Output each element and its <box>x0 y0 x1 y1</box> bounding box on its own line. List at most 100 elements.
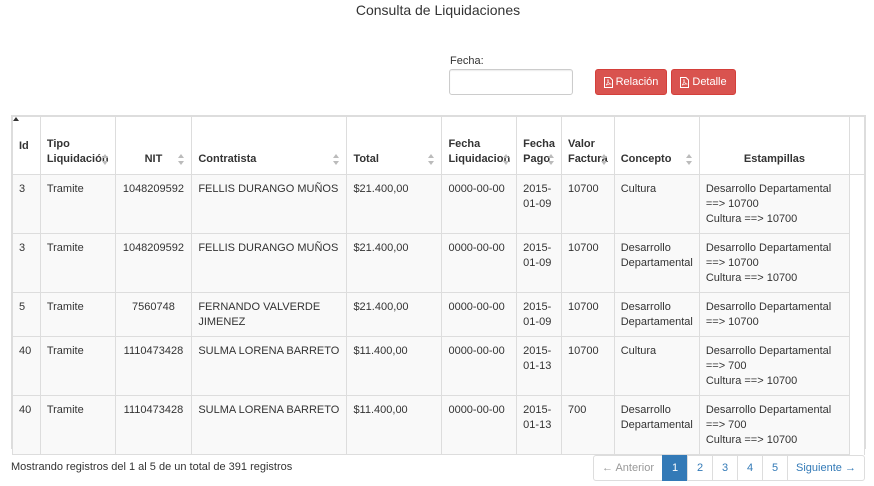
table-header-row: Id Tipo Liquidación NIT Contratista Tota… <box>12 116 865 175</box>
file-pdf-icon <box>680 76 690 88</box>
cell-total: $21.400,00 <box>346 292 443 337</box>
cell-nit: 1110473428 <box>114 395 193 455</box>
cell-valor-factura: 700 <box>560 395 615 455</box>
column-header-contratista[interactable]: Contratista <box>191 116 348 175</box>
sort-icon <box>685 154 693 165</box>
fecha-input[interactable] <box>449 69 573 95</box>
cell-contratista: FELLIS DURANGO MUÑOS <box>191 233 348 293</box>
cell-tipo: Tramite <box>39 292 116 337</box>
table-row: 40 Tramite 1110473428 SULMA LORENA BARRETO $… <box>12 395 865 455</box>
table-row: 5 Tramite 7560748 FERNANDO VALVERDE JIMENEZ… <box>12 292 865 337</box>
estampilla-line: Desarrollo Departamental ==> 10700 <box>705 242 832 269</box>
column-header-total[interactable]: Total <box>346 116 443 175</box>
column-header-filler <box>849 116 865 175</box>
cell-valor-factura: 10700 <box>560 292 615 337</box>
cell-fecha-liq: 0000-00-00 <box>441 336 518 396</box>
cell-fecha-pago: 2015-01-13 <box>516 336 562 396</box>
cell-tipo: Tramite <box>39 174 116 234</box>
cell-total: $11.400,00 <box>346 395 443 455</box>
pagination: ← Anterior 1 2 3 4 5 Siguiente → <box>593 455 865 481</box>
estampilla-line: Desarrollo Departamental ==> 700 <box>705 345 832 372</box>
estampilla-line: Desarrollo Departamental ==> 700 <box>705 404 832 431</box>
sort-icon <box>333 154 340 165</box>
estampilla-line: Cultura ==> 10700 <box>705 434 798 446</box>
file-pdf-icon <box>603 76 613 88</box>
detalle-button[interactable]: Detalle <box>671 69 736 95</box>
cell-contratista: FERNANDO VALVERDE JIMENEZ <box>191 292 348 337</box>
cell-id: 40 <box>12 336 41 396</box>
cell-filler <box>849 233 865 293</box>
cell-nit: 1110473428 <box>114 336 193 396</box>
cell-nit: 7560748 <box>114 292 193 337</box>
sort-icon <box>600 154 608 165</box>
cell-id: 40 <box>12 395 41 455</box>
estampilla-line: Desarrollo Departamental ==> 10700 <box>705 301 832 328</box>
cell-estampillas: Desarrollo Departamental ==> 10700 <box>698 292 851 337</box>
cell-filler <box>849 292 865 337</box>
cell-fecha-liq: 0000-00-00 <box>441 174 518 234</box>
detalle-button-label: Detalle <box>692 76 727 88</box>
cell-id: 5 <box>12 292 41 337</box>
cell-contratista: SULMA LORENA BARRETO <box>191 395 348 455</box>
cell-fecha-liq: 0000-00-00 <box>441 292 518 337</box>
column-header-tipo[interactable]: Tipo Liquidación <box>39 116 116 175</box>
cell-estampillas: Desarrollo Departamental ==> 10700 Cultur… <box>698 174 851 234</box>
cell-nit: 1048209592 <box>114 174 193 234</box>
pagination-page[interactable]: 3 <box>712 455 738 481</box>
fecha-label: Fecha: <box>450 55 484 67</box>
column-header-nit[interactable]: NIT <box>114 116 193 175</box>
cell-total: $21.400,00 <box>346 174 443 234</box>
cell-filler <box>849 174 865 234</box>
cell-fecha-pago: 2015-01-09 <box>516 233 562 293</box>
page-title: Consulta de Liquidaciones <box>355 2 521 18</box>
cell-fecha-pago: 2015-01-09 <box>516 174 562 234</box>
column-header-concepto[interactable]: Concepto <box>613 116 700 175</box>
pagination-page[interactable]: 4 <box>737 455 763 481</box>
estampilla-line: Cultura ==> 10700 <box>705 375 798 387</box>
cell-contratista: FELLIS DURANGO MUÑOS <box>191 174 348 234</box>
sort-icon <box>547 154 555 165</box>
estampilla-line: Cultura ==> 10700 <box>705 272 798 284</box>
column-header-fecha-liquidacion[interactable]: Fecha Liquidacion <box>441 116 518 175</box>
column-header-estampillas: Estampillas <box>698 116 851 175</box>
cell-valor-factura: 10700 <box>560 174 615 234</box>
cell-estampillas: Desarrollo Departamental ==> 700 Cultura … <box>698 395 851 455</box>
cell-nit: 1048209592 <box>114 233 193 293</box>
sort-asc-icon <box>21 156 28 167</box>
liquidaciones-table-container: Id Tipo Liquidación NIT Contratista Tota… <box>11 115 866 455</box>
cell-id: 3 <box>12 233 41 293</box>
liquidaciones-table: Id Tipo Liquidación NIT Contratista Tota… <box>12 116 865 455</box>
sort-icon <box>428 154 435 165</box>
cell-concepto: Cultura <box>613 336 700 396</box>
relacion-button[interactable]: Relación <box>595 69 667 95</box>
cell-concepto: Cultura <box>613 174 700 234</box>
pagination-page[interactable]: 1 <box>662 455 688 481</box>
cell-tipo: Tramite <box>39 395 116 455</box>
cell-valor-factura: 10700 <box>560 336 615 396</box>
cell-contratista: SULMA LORENA BARRETO <box>191 336 348 396</box>
cell-concepto: Desarrollo Departamental <box>613 292 700 337</box>
cell-id: 3 <box>12 174 41 234</box>
pagination-page[interactable]: 5 <box>762 455 788 481</box>
estampilla-line: Cultura ==> 10700 <box>705 213 798 225</box>
table-info: Mostrando registros del 1 al 5 de un tot… <box>11 461 293 473</box>
sort-icon <box>503 154 510 165</box>
cell-concepto: Desarrollo Departamental <box>613 395 700 455</box>
cell-tipo: Tramite <box>39 336 116 396</box>
pagination-page[interactable]: 2 <box>687 455 713 481</box>
column-header-fecha-pago[interactable]: Fecha Pago <box>516 116 562 175</box>
cell-concepto: Desarrollo Departamental <box>613 233 700 293</box>
cell-filler <box>849 336 865 396</box>
sort-icon <box>178 154 185 165</box>
cell-valor-factura: 10700 <box>560 233 615 293</box>
cell-tipo: Tramite <box>39 233 116 293</box>
column-header-valor-factura[interactable]: Valor Factura <box>560 116 615 175</box>
pagination-next[interactable]: Siguiente → <box>787 455 865 481</box>
cell-fecha-pago: 2015-01-13 <box>516 395 562 455</box>
table-row: 40 Tramite 1110473428 SULMA LORENA BARRETO $… <box>12 336 865 396</box>
table-row: 3 Tramite 1048209592 FELLIS DURANGO MUÑOS $2… <box>12 233 865 293</box>
table-row: 3 Tramite 1048209592 FELLIS DURANGO MUÑOS $2… <box>12 174 865 234</box>
cell-total: $11.400,00 <box>346 336 443 396</box>
pagination-previous[interactable]: ← Anterior <box>593 455 663 481</box>
column-header-id[interactable]: Id <box>12 116 41 175</box>
